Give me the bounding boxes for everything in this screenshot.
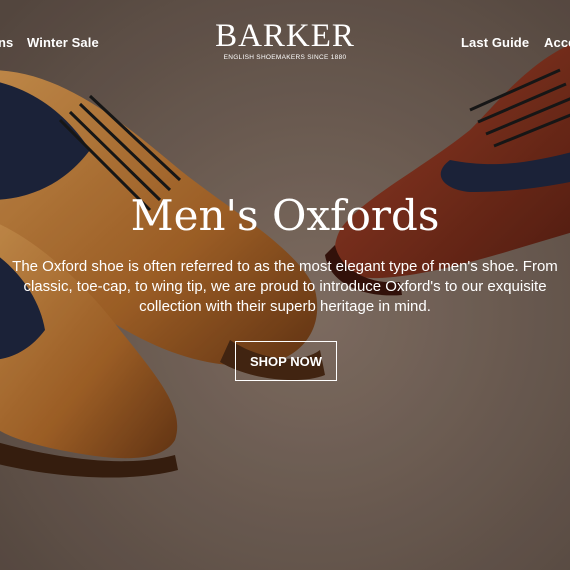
nav-link-winter-sale[interactable]: Winter Sale xyxy=(27,35,99,50)
brand-logo[interactable]: BARKER ENGLISH SHOEMAKERS SINCE 1880 xyxy=(200,18,370,61)
nav-link-partial-right[interactable]: Acce xyxy=(544,35,570,50)
nav-link-partial-left[interactable]: ns xyxy=(0,35,13,50)
brand-tagline: ENGLISH SHOEMAKERS SINCE 1880 xyxy=(223,54,347,61)
nav-link-last-guide[interactable]: Last Guide xyxy=(461,35,529,50)
brand-name: BARKER xyxy=(215,18,355,54)
hero-title: Men's Oxfords xyxy=(130,191,440,240)
hero-description: The Oxford shoe is often referred to as … xyxy=(12,258,558,315)
shop-now-button[interactable]: SHOP NOW xyxy=(235,341,337,381)
top-navigation: ns Winter Sale BARKER ENGLISH SHOEMAKERS… xyxy=(0,0,570,80)
